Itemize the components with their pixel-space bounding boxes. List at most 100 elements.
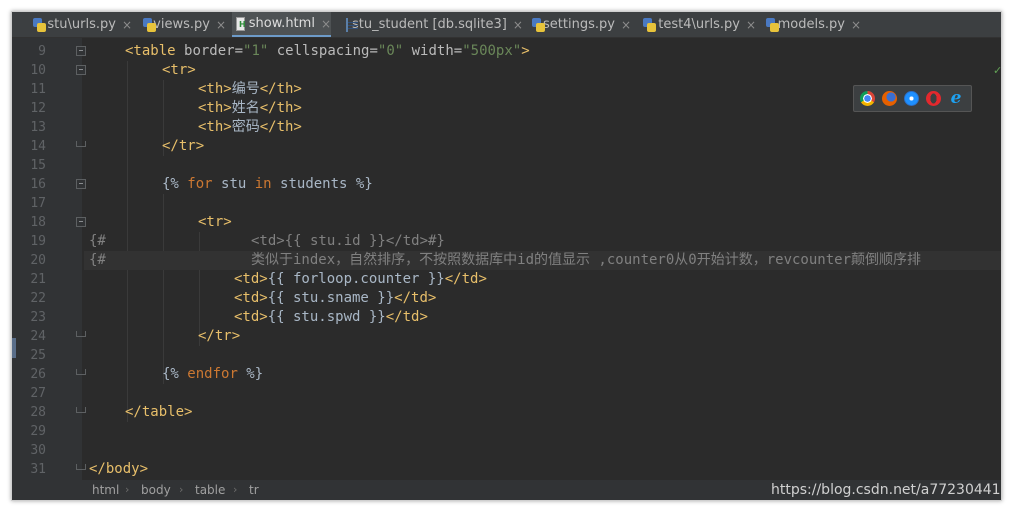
code-token: </th> bbox=[259, 119, 302, 135]
tab-label: show.html bbox=[248, 16, 315, 31]
fold-toggle-icon[interactable] bbox=[76, 65, 86, 75]
code-line-19-prefix: {# bbox=[89, 233, 106, 249]
close-icon[interactable]: × bbox=[513, 18, 523, 32]
close-icon[interactable]: × bbox=[216, 18, 226, 32]
line-number: 16 bbox=[30, 177, 46, 192]
firefox-icon[interactable] bbox=[882, 91, 897, 106]
line-number: 20 bbox=[30, 253, 46, 268]
code-token: {{ stu.spwd }} bbox=[267, 309, 386, 325]
tab-stu-urls[interactable]: stu\urls.py × bbox=[28, 12, 132, 37]
code-token: in bbox=[254, 176, 272, 192]
code-token: "1" bbox=[243, 43, 269, 59]
html-file-icon bbox=[236, 16, 245, 31]
code-token: {% bbox=[162, 366, 188, 382]
code-token: {% bbox=[162, 176, 188, 192]
code-token: <th> bbox=[198, 119, 232, 135]
code-line-20-prefix: {# bbox=[89, 252, 106, 268]
code-line-26: {% endfor %} bbox=[162, 365, 263, 384]
python-file-icon bbox=[142, 17, 157, 32]
breadcrumb-body[interactable]: body bbox=[141, 480, 171, 500]
code-token: <td> bbox=[234, 309, 268, 325]
open-in-browser-toolbar: e bbox=[853, 85, 972, 112]
safari-icon[interactable] bbox=[904, 91, 919, 106]
tab-views[interactable]: views.py × bbox=[138, 12, 226, 37]
ie-icon[interactable]: e bbox=[947, 89, 965, 107]
line-number: 11 bbox=[30, 82, 46, 97]
fold-end-icon[interactable] bbox=[76, 331, 86, 337]
line-number: 19 bbox=[30, 234, 46, 249]
code-line-10: <tr> bbox=[162, 62, 196, 78]
line-number: 25 bbox=[30, 348, 46, 363]
code-line-19: <td>{{ stu.id }}</td>#} bbox=[251, 233, 445, 249]
code-line-18: <tr> bbox=[198, 214, 232, 230]
code-token: </td> bbox=[385, 309, 428, 325]
tab-settings[interactable]: settings.py × bbox=[527, 12, 631, 37]
code-token: 编号 bbox=[231, 81, 260, 97]
line-number: 13 bbox=[30, 120, 46, 135]
code-token: cellspacing= bbox=[268, 43, 378, 59]
code-token: <th> bbox=[198, 81, 232, 97]
tab-stu-student-db[interactable]: stu_student [db.sqlite3] × bbox=[342, 12, 523, 37]
fold-end-icon[interactable] bbox=[76, 141, 86, 147]
line-number: 15 bbox=[30, 158, 46, 173]
change-marker bbox=[12, 338, 16, 358]
code-line-11: <th>编号</th> bbox=[198, 80, 302, 99]
line-number: 17 bbox=[30, 196, 46, 211]
code-token: </th> bbox=[259, 81, 302, 97]
line-number: 10 bbox=[30, 63, 46, 78]
tab-label: models.py bbox=[777, 17, 845, 32]
breadcrumb-table[interactable]: table bbox=[195, 480, 225, 500]
watermark: https://blog.csdn.net/a772304419 bbox=[771, 482, 1002, 498]
line-number: 23 bbox=[30, 310, 46, 325]
code-token: width= bbox=[403, 43, 463, 59]
code-token: {{ stu.sname }} bbox=[267, 290, 395, 306]
breadcrumb-tr[interactable]: tr bbox=[249, 480, 259, 500]
line-number: 21 bbox=[30, 272, 46, 287]
python-file-icon bbox=[642, 17, 657, 32]
tab-label: stu\urls.py bbox=[47, 17, 116, 32]
code-line-28: </table> bbox=[125, 404, 193, 420]
line-number: 28 bbox=[30, 405, 46, 420]
code-line-12: <th>姓名</th> bbox=[198, 99, 302, 118]
close-icon[interactable]: × bbox=[621, 18, 631, 32]
code-line-14: </tr> bbox=[162, 138, 205, 154]
code-token: > bbox=[521, 43, 530, 59]
close-icon[interactable]: × bbox=[851, 18, 861, 32]
tab-show-html[interactable]: show.html × bbox=[232, 12, 331, 37]
fold-end-icon[interactable] bbox=[76, 407, 86, 413]
python-file-icon bbox=[32, 17, 47, 32]
code-token: <table bbox=[125, 43, 185, 59]
code-editor[interactable]: 9 10 11 12 13 14 15 16 17 18 19 20 21 22… bbox=[12, 38, 1002, 500]
line-number: 12 bbox=[30, 101, 46, 116]
close-icon[interactable]: × bbox=[746, 18, 756, 32]
line-number: 29 bbox=[30, 424, 46, 439]
code-line-9: <table border="1" cellspacing="0" width=… bbox=[125, 42, 530, 61]
tab-label: test4\urls.py bbox=[658, 17, 740, 32]
tab-models[interactable]: models.py × bbox=[761, 12, 861, 37]
code-token: "0" bbox=[377, 43, 404, 59]
opera-icon[interactable] bbox=[926, 91, 941, 106]
code-token: <th> bbox=[198, 100, 232, 116]
breadcrumb-separator: › bbox=[233, 483, 238, 496]
inspection-ok-icon: ✓ bbox=[993, 64, 1002, 77]
close-icon[interactable]: × bbox=[321, 17, 331, 31]
code-token: <td> bbox=[234, 290, 268, 306]
line-number: 24 bbox=[30, 329, 46, 344]
fold-toggle-icon[interactable] bbox=[76, 217, 86, 227]
code-line-20: 类似于index，自然排序，不按照数据库中id的值显示 ,counter0从0开… bbox=[251, 252, 922, 268]
fold-toggle-icon[interactable] bbox=[76, 46, 86, 56]
code-token: 密码 bbox=[231, 119, 260, 135]
fold-toggle-icon[interactable] bbox=[76, 179, 86, 189]
code-line-16: {% for stu in students %} bbox=[162, 175, 373, 194]
close-icon[interactable]: × bbox=[122, 18, 132, 32]
fold-end-icon[interactable] bbox=[76, 464, 86, 470]
breadcrumb-html[interactable]: html bbox=[92, 480, 119, 500]
fold-end-icon[interactable] bbox=[76, 369, 86, 375]
chrome-icon[interactable] bbox=[860, 91, 875, 106]
code-token: students %} bbox=[271, 176, 373, 192]
line-number: 31 bbox=[30, 462, 46, 477]
code-token: endfor bbox=[187, 366, 238, 382]
editor-tab-bar: stu\urls.py × views.py × show.html × stu… bbox=[12, 12, 1001, 38]
code-token: %} bbox=[237, 366, 264, 382]
tab-test4-urls[interactable]: test4\urls.py × bbox=[638, 12, 756, 37]
